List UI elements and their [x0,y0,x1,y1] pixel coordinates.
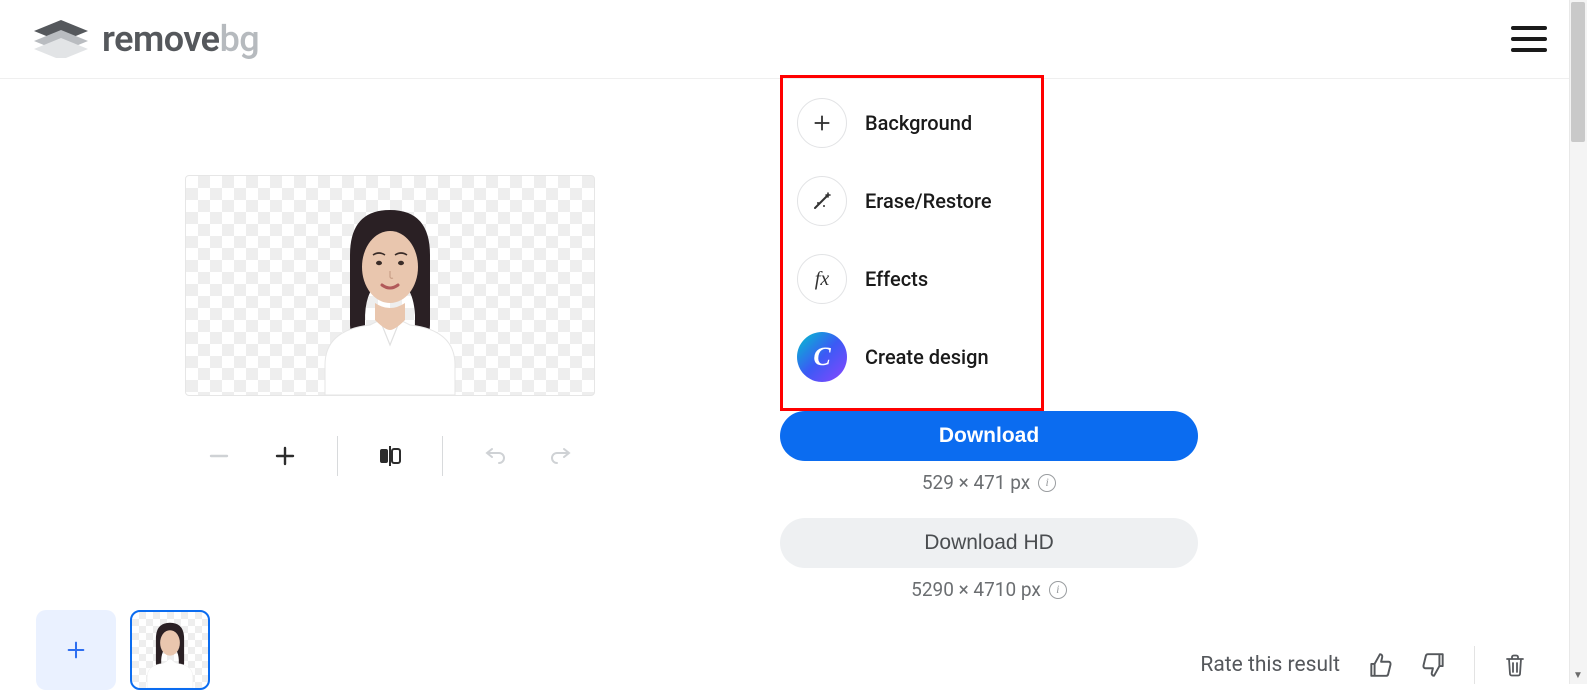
undo-icon [483,444,507,468]
toolbar-separator [337,436,338,476]
action-effects[interactable]: fx Effects [797,240,1021,318]
plus-icon [65,639,87,661]
scrollbar[interactable]: ▲ ▼ [1569,0,1587,684]
feedback-row: Rate this result [1200,646,1529,684]
scrollbar-down-icon[interactable]: ▼ [1569,666,1587,684]
download-hd-size-text: 5290 × 4710 px [911,578,1041,601]
logo-text-suffix: bg [220,18,260,60]
thumbs-up-icon [1367,652,1393,678]
undo-button[interactable] [471,432,519,480]
zoom-toolbar [195,432,585,480]
logo-text-main: remove [102,18,220,60]
feedback-separator [1474,646,1475,684]
compare-icon [377,443,403,469]
info-icon[interactable]: i [1038,474,1056,492]
plus-icon [797,98,847,148]
toolbar-separator [442,436,443,476]
info-icon[interactable]: i [1049,581,1067,599]
delete-button[interactable] [1501,651,1529,679]
zoom-out-button[interactable] [195,432,243,480]
thumbnail-selected[interactable] [130,610,210,690]
image-preview[interactable] [185,175,595,396]
action-erase-restore[interactable]: Erase/Restore [797,162,1021,240]
redo-icon [549,444,573,468]
edit-actions-panel: Background Erase/Restore fx Effects C Cr… [780,75,1044,411]
header: removebg [0,0,1587,79]
main-content: Background Erase/Restore fx Effects C Cr… [0,79,1587,480]
logo-mark-icon [34,20,88,58]
action-label: Erase/Restore [865,189,992,213]
fx-icon: fx [797,254,847,304]
thumbs-down-icon [1421,652,1447,678]
menu-icon[interactable] [1511,26,1547,52]
download-hd-label: Download HD [924,531,1054,555]
action-create-design[interactable]: C Create design [797,318,1021,396]
logo-text: removebg [102,18,259,60]
download-button[interactable]: Download [780,411,1198,461]
action-label: Background [865,111,972,135]
scrollbar-thumb[interactable] [1571,2,1585,142]
action-label: Create design [865,345,989,369]
thumbs-up-button[interactable] [1366,651,1394,679]
magic-wand-icon [797,176,847,226]
preview-column [0,79,780,480]
download-size-text: 529 × 471 px [922,471,1030,494]
redo-button[interactable] [537,432,585,480]
action-label: Effects [865,267,928,291]
result-image [305,185,475,395]
compare-button[interactable] [366,432,414,480]
thumbnail-row [36,610,210,690]
rate-label: Rate this result [1200,653,1340,677]
zoom-in-button[interactable] [261,432,309,480]
minus-icon [207,444,231,468]
thumbs-down-button[interactable] [1420,651,1448,679]
thumbnail-image [140,614,200,688]
logo[interactable]: removebg [34,18,259,60]
add-image-button[interactable] [36,610,116,690]
download-section: Download 529 × 471 px i Download HD 5290… [780,411,1198,615]
canva-icon: C [797,332,847,382]
download-size-line: 529 × 471 px i [922,471,1056,494]
plus-icon [273,444,297,468]
download-hd-size-line: 5290 × 4710 px i [911,578,1067,601]
download-label: Download [939,424,1039,448]
action-background[interactable]: Background [797,84,1021,162]
download-hd-button[interactable]: Download HD [780,518,1198,568]
trash-icon [1503,652,1527,678]
